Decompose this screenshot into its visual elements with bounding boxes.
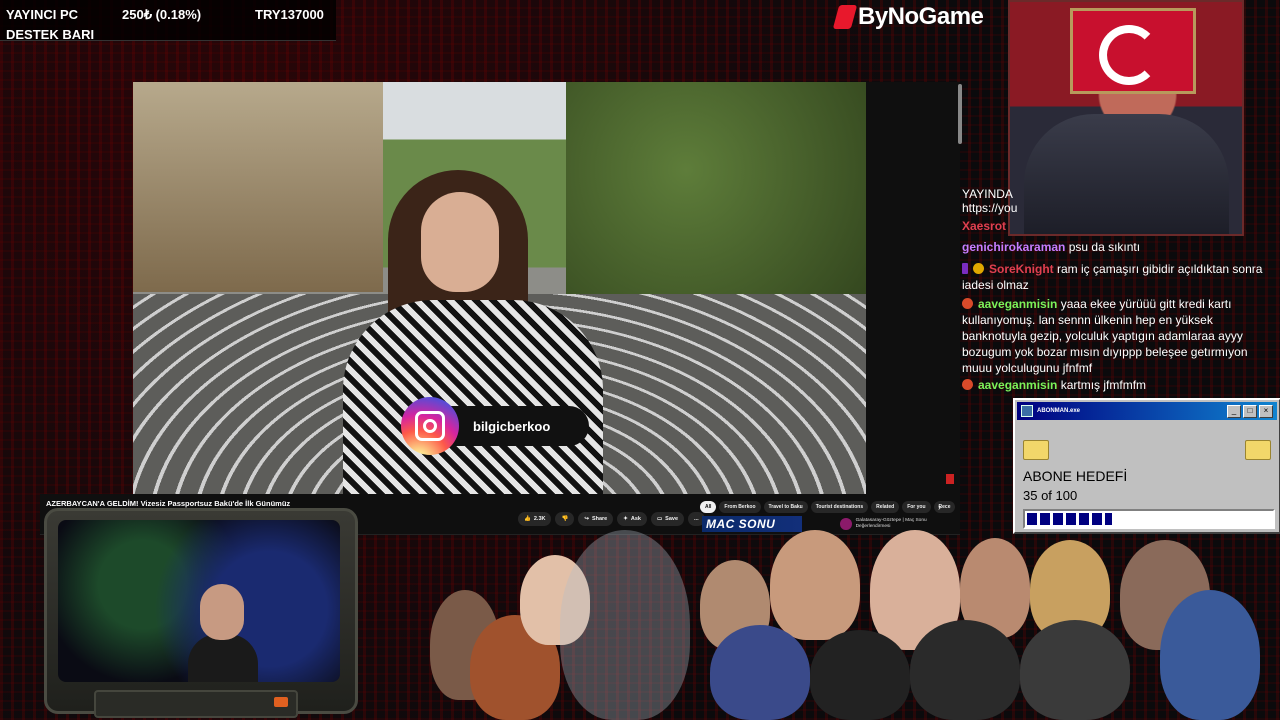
chat-message: aaveganmisin kartmış jfmfmfm — [962, 377, 1280, 393]
chat-message: Xaesrot — [962, 218, 1280, 234]
chat-username[interactable]: aaveganmisin — [978, 378, 1057, 392]
chat-panel: YAYINDA https://you Xaesrot genichirokar… — [960, 186, 1280, 396]
instagram-icon — [401, 397, 459, 455]
maximize-button[interactable]: □ — [1243, 405, 1257, 418]
thumbs-up-icon: 👍 — [524, 516, 531, 522]
filter-chip[interactable]: Tourist destinations — [810, 501, 869, 513]
filter-chip[interactable]: Rece — [933, 501, 956, 513]
instagram-handle: bilgicberkoo — [473, 418, 551, 434]
goal-count: 35 of 100 — [1023, 488, 1078, 503]
chat-message-text: kartmış jfmfmfm — [1060, 378, 1147, 392]
filter-chip[interactable]: Travel to Baku — [763, 501, 808, 513]
folder-icon — [1245, 440, 1271, 460]
subscriber-goal-window: ABONMAN.exe _ □ × ABONE HEDEFİ 35 of 100 — [1013, 398, 1280, 534]
support-bar-line2: DESTEK BARI — [6, 27, 95, 42]
like-button[interactable]: 👍 2.3K — [518, 512, 552, 526]
record-indicator-icon — [946, 474, 954, 484]
chat-username[interactable]: Xaesrot — [962, 219, 1006, 233]
filter-chip[interactable]: For you — [902, 501, 931, 513]
logo-text: ByNoGame — [858, 3, 984, 30]
webcam-feed — [58, 520, 340, 682]
meme-collage-image — [430, 530, 1280, 720]
share-icon: ↪ — [584, 516, 589, 522]
emote-badge-icon — [962, 379, 973, 390]
support-bar-line1: YAYINCI PC — [6, 7, 79, 22]
chat-message-text: https://you — [962, 201, 1018, 215]
folder-icon — [1023, 440, 1049, 460]
chat-message: genichirokaraman psu da sıkıntı — [962, 239, 1280, 255]
support-bar-amount: 250₺ (0.18%) — [122, 7, 202, 22]
window-title: ABONMAN.exe — [1037, 408, 1081, 414]
minimize-button[interactable]: _ — [1227, 405, 1241, 418]
youtube-sidebar — [866, 82, 960, 494]
goal-label: ABONE HEDEFİ — [1023, 468, 1128, 484]
bynogame-logo: ByNoGame — [832, 2, 984, 32]
video-title: AZERBAYCAN'A GELDİM! Vizesiz Passportsuz… — [46, 499, 291, 508]
instagram-tag: bilgicberkoo — [401, 397, 589, 455]
chevron-right-icon[interactable]: › — [938, 502, 941, 512]
chat-message-text: YAYINDA — [962, 187, 1013, 201]
chat-message: aaveganmisin yaaa ekee yürüüü gitt kredi… — [962, 296, 1280, 376]
thumbs-down-icon: 👎 — [561, 516, 569, 522]
chat-username[interactable]: SoreKnight — [989, 262, 1054, 276]
ask-button[interactable]: ✦ Ask — [617, 512, 647, 526]
goal-progress-bar — [1023, 509, 1275, 529]
app-icon — [1021, 405, 1033, 417]
sub-badge-icon — [962, 263, 968, 274]
filter-chips: All From Berkoo Travel to Baku Tourist d… — [700, 501, 956, 513]
goal-progress-fill — [1027, 513, 1113, 525]
channel-avatar — [840, 518, 852, 530]
save-icon: ▭ — [656, 516, 663, 522]
support-bar: YAYINCI PC 250₺ (0.18%) TRY137000 DESTEK… — [0, 0, 336, 42]
chat-username[interactable]: aaveganmisin — [978, 297, 1057, 311]
turkish-flag-image — [1070, 8, 1196, 94]
filter-chip[interactable]: From Berkoo — [719, 501, 761, 513]
filter-chip[interactable]: All — [700, 501, 717, 513]
close-button[interactable]: × — [1259, 405, 1273, 418]
chat-message-text: psu da sıkıntı — [1068, 240, 1141, 254]
bynogame-logo-icon — [832, 5, 858, 29]
share-button[interactable]: ↪ Share — [578, 512, 614, 526]
gold-coin-icon — [973, 263, 984, 274]
streamer-figure — [188, 584, 258, 682]
recommended-title: Galatasaray-Göztepe | Maç Sonu Değerlend… — [855, 518, 927, 529]
filter-chip[interactable]: Related — [871, 501, 900, 513]
trees-scene — [566, 82, 866, 302]
support-bar-goal: TRY137000 — [255, 7, 324, 22]
sparkle-icon: ✦ — [623, 516, 628, 522]
webcam-frame-base — [94, 690, 298, 718]
chat-message: https://you — [962, 200, 1280, 216]
emote-badge-icon — [962, 298, 973, 309]
chat-username[interactable]: genichirokaraman — [962, 240, 1065, 254]
sidebar-scrollbar[interactable] — [958, 84, 962, 144]
dislike-button[interactable]: 👎 — [555, 512, 575, 526]
save-button[interactable]: ▭ Save — [650, 512, 685, 526]
like-count: 2.3K — [533, 516, 546, 522]
chat-message: SoreKnight ram iç çamaşırı gibidir açıld… — [962, 261, 1280, 293]
video-actions: 👍 2.3K 👎 ↪ Share ✦ Ask ▭ Save ... — [518, 512, 705, 526]
video-player[interactable]: bilgicberkoo — [133, 82, 866, 494]
led-indicator-icon — [274, 697, 288, 707]
